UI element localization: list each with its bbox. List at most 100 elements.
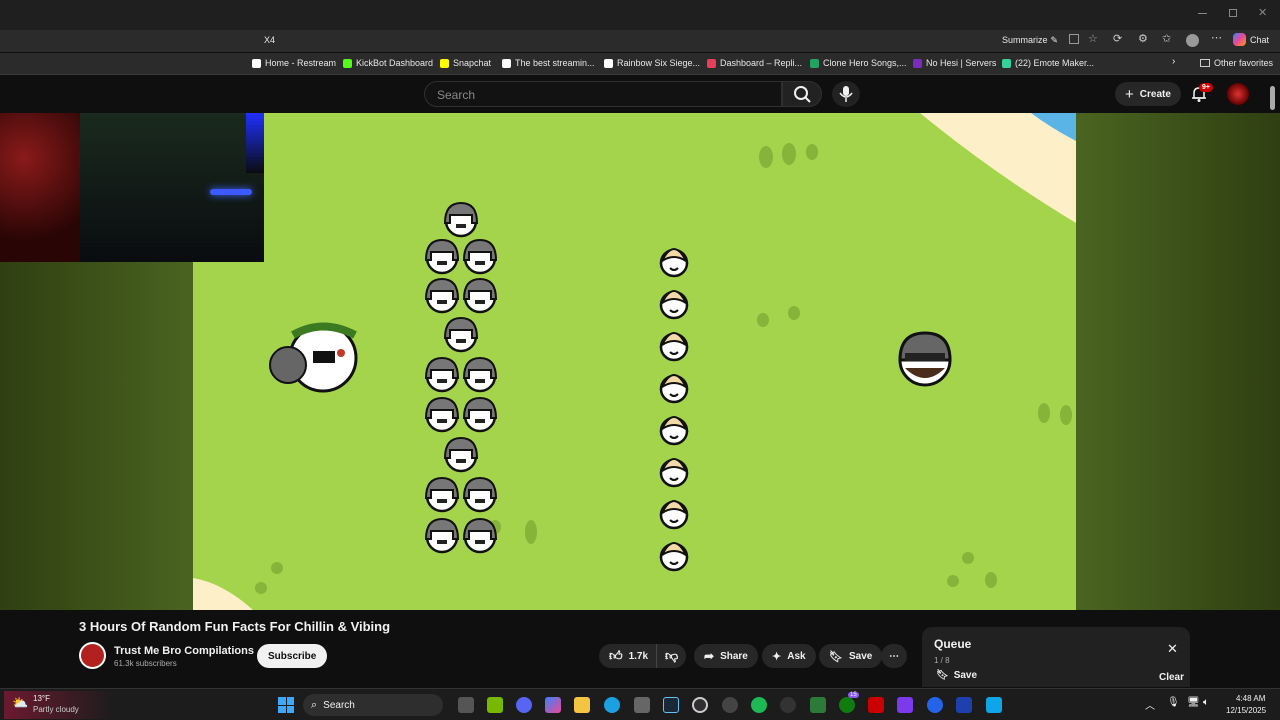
save-button[interactable]: 🔖︎ Save: [819, 644, 883, 668]
chevron-up-icon[interactable]: ︿: [1145, 697, 1155, 712]
queue-clear-button[interactable]: Clear: [1159, 672, 1184, 683]
app-icon[interactable]: [897, 697, 913, 713]
subscriber-count: 61.3k subscribers: [114, 659, 177, 668]
close-window-icon[interactable]: ✕: [1258, 6, 1267, 19]
share-button[interactable]: ➦ Share: [694, 644, 758, 668]
webcam-overlay: [0, 113, 264, 262]
video-player[interactable]: [0, 113, 1280, 610]
other-favorites-folder[interactable]: Other favorites: [1200, 58, 1273, 68]
like-count: 1.7k: [628, 650, 649, 662]
voice-search-button[interactable]: [832, 81, 860, 107]
start-button[interactable]: [278, 697, 294, 713]
summarize-button[interactable]: Summarize ✎: [1002, 35, 1058, 46]
bookmark-item[interactable]: Home - Restream: [252, 58, 336, 68]
refresh-icon[interactable]: ⟳: [1113, 32, 1122, 45]
helmet-soldier: [424, 238, 460, 275]
copilot-icon[interactable]: [545, 697, 561, 713]
microphone-tray-icon[interactable]: 🎙︎: [1167, 697, 1180, 708]
plus-icon: +: [1125, 85, 1134, 103]
bookmark-item[interactable]: No Hesi | Servers: [913, 58, 996, 68]
obs-icon[interactable]: [692, 697, 708, 713]
address-text[interactable]: X4: [264, 35, 275, 45]
clock-time[interactable]: 4:48 AM: [1236, 694, 1265, 703]
task-view-icon[interactable]: [458, 697, 474, 713]
bookmark-item[interactable]: (22) Emote Maker...: [1002, 58, 1094, 68]
app-icon-4[interactable]: [986, 697, 1002, 713]
spotify-icon[interactable]: [751, 697, 767, 713]
app-icon-3[interactable]: [956, 697, 972, 713]
minimize-icon[interactable]: [1198, 13, 1207, 14]
browser-title-bar: ✕: [0, 0, 1280, 30]
chevron-right-icon[interactable]: ›: [1172, 56, 1175, 67]
bookmark-item[interactable]: Clone Hero Songs,...: [810, 58, 907, 68]
ask-button[interactable]: ✦ Ask: [762, 644, 816, 668]
helmet-soldier: [424, 277, 460, 314]
create-button[interactable]: + Create: [1115, 82, 1181, 106]
account-avatar[interactable]: [1227, 83, 1249, 105]
helmet-soldier: [424, 396, 460, 433]
share-label: Share: [720, 650, 748, 662]
channel-name[interactable]: Trust Me Bro Compilations: [114, 645, 254, 657]
queue-save-button[interactable]: 🔖︎ Save: [936, 670, 977, 681]
xbox-icon[interactable]: [839, 697, 855, 713]
streaming-site-icon: [502, 58, 511, 68]
file-explorer-icon[interactable]: [574, 697, 590, 713]
helmet-soldier: [424, 476, 460, 513]
extensions-icon[interactable]: ⚙: [1138, 32, 1148, 45]
maximize-icon[interactable]: [1229, 9, 1237, 17]
summarize-label: Summarize: [1002, 35, 1048, 45]
share-icon: ➦: [704, 649, 715, 663]
4k-video-icon[interactable]: [780, 697, 796, 713]
bookmark-item[interactable]: KickBot Dashboard: [343, 58, 433, 68]
discord-icon[interactable]: [516, 697, 532, 713]
thumbs-down-icon: 👎︎: [665, 648, 679, 663]
weather-temp: 13°F: [33, 694, 50, 703]
snapchat-icon: [440, 58, 449, 68]
like-button[interactable]: 👍︎ 1.7k: [599, 644, 657, 668]
split-view-icon[interactable]: [1069, 34, 1079, 44]
peasant-soldier: [659, 500, 689, 530]
network-icon[interactable]: 🖥︎: [1187, 697, 1200, 708]
peasant-soldier: [659, 542, 689, 572]
copilot-chat-button[interactable]: Chat: [1233, 33, 1269, 46]
bookmark-item[interactable]: Rainbow Six Siege...: [604, 58, 700, 68]
profile-avatar[interactable]: [1186, 34, 1199, 47]
taskbar-search[interactable]: ⌕ Search: [303, 694, 443, 716]
helmet-soldier: [443, 201, 479, 238]
favorite-star-icon[interactable]: ☆: [1088, 32, 1098, 45]
folder-icon: [1200, 59, 1210, 67]
favorites-icon[interactable]: ✩: [1162, 32, 1171, 45]
subscribe-button[interactable]: Subscribe: [257, 644, 328, 668]
peasant-soldier: [659, 248, 689, 278]
settings-icon[interactable]: [722, 697, 738, 713]
helmet-soldier: [443, 436, 479, 473]
volume-icon[interactable]: 🔈︎: [1203, 697, 1209, 708]
xbox-badge: 15: [848, 692, 859, 698]
page-scrollbar[interactable]: [1270, 86, 1275, 110]
more-actions-button[interactable]: ⋯: [881, 644, 907, 668]
video-content-scene: [193, 113, 1076, 610]
dislike-button[interactable]: 👎︎: [656, 644, 687, 668]
bookmark-item[interactable]: The best streamin...: [502, 58, 595, 68]
channel-avatar[interactable]: [79, 642, 106, 669]
more-options-icon[interactable]: ⋯: [1211, 31, 1222, 44]
clock-date[interactable]: 12/15/2025: [1226, 706, 1266, 715]
store-icon[interactable]: [634, 697, 650, 713]
search-button[interactable]: [782, 81, 822, 107]
bookmark-item[interactable]: Dashboard – Repli...: [707, 58, 802, 68]
video-frame[interactable]: [193, 113, 1076, 610]
armored-enemy-character: [898, 331, 952, 387]
app-icon-2[interactable]: [927, 697, 943, 713]
b-app-icon[interactable]: [810, 697, 826, 713]
msi-icon[interactable]: [868, 697, 884, 713]
queue-panel: Queue 1 / 8 ✕ 🔖︎ Save Clear: [922, 627, 1190, 687]
nvidia-icon[interactable]: [487, 697, 503, 713]
peasant-column: [659, 248, 689, 572]
address-bar[interactable]: X4 Summarize ✎ ☆ ⟳ ⚙ ✩ ⋯ Chat: [0, 30, 1280, 52]
edge-icon[interactable]: [604, 697, 620, 713]
steam-icon[interactable]: [663, 697, 679, 713]
bookmark-item[interactable]: Snapchat: [440, 58, 491, 68]
search-input[interactable]: Search: [424, 81, 782, 107]
queue-close-icon[interactable]: ✕: [1167, 641, 1178, 657]
peasant-soldier: [659, 374, 689, 404]
